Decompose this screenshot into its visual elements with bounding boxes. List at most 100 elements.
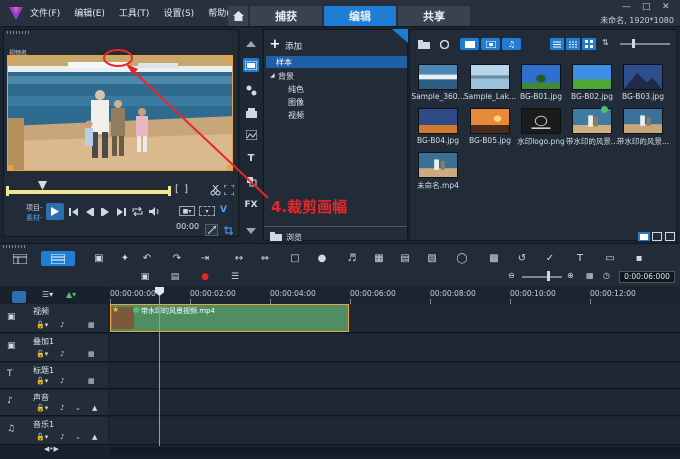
zoom-fit-icon[interactable] xyxy=(205,224,218,236)
painting-icon[interactable]: ✓ xyxy=(543,252,557,264)
fullscreen-icon[interactable] xyxy=(223,184,235,196)
fx-category-icon[interactable]: FX xyxy=(243,199,259,211)
media-thumbnail[interactable]: Sample_Lak... xyxy=(464,64,516,104)
title-category-icon[interactable]: T xyxy=(245,152,257,164)
media-category-icon[interactable] xyxy=(243,58,259,72)
thumbnail-size-knob[interactable] xyxy=(632,39,635,48)
track-volume-icon[interactable]: ♪ xyxy=(60,321,64,329)
track-lane[interactable] xyxy=(109,390,680,416)
3d-title-icon[interactable]: T xyxy=(573,252,587,264)
mark-in-out-buttons[interactable]: [ ] xyxy=(175,184,189,195)
scrubber-track[interactable] xyxy=(8,190,170,194)
filter-category-icon[interactable] xyxy=(245,175,257,187)
track-lane[interactable] xyxy=(109,417,680,445)
menu-settings[interactable]: 设置(S) xyxy=(163,6,194,19)
media-thumbnail[interactable]: Sample_360... xyxy=(411,64,465,104)
track-lock-icon[interactable]: 🔓▾ xyxy=(36,404,48,412)
preview-crop-handle[interactable] xyxy=(7,55,13,61)
audio-record-icon[interactable]: ▣ xyxy=(138,271,152,283)
add-folder-icon[interactable]: + xyxy=(270,37,281,52)
aspect-ratio-dropdown[interactable]: ■▾ xyxy=(179,206,195,216)
player-timecode[interactable]: 00:00 xyxy=(176,222,199,231)
media-thumbnail[interactable]: BG-B02.jpg xyxy=(568,64,616,104)
prev-frame-icon[interactable] xyxy=(84,206,95,217)
goto-start-icon[interactable] xyxy=(68,206,79,217)
track-toggle-icon[interactable]: ▦ xyxy=(88,350,95,358)
audio-icon[interactable]: ♬ xyxy=(345,252,359,264)
speed-icon[interactable]: ↺ xyxy=(515,252,529,264)
zoom-slider[interactable] xyxy=(522,276,562,278)
motion-icon[interactable]: ⇔ xyxy=(258,252,272,264)
track-header[interactable]: ♫ 音乐1 🔓▾ ♪ ⌄ ▲ xyxy=(0,417,108,445)
browse-label[interactable]: 浏览 xyxy=(286,232,302,243)
media-thumbnail[interactable]: BG-B01.jpg xyxy=(517,64,565,104)
track-lock-icon[interactable]: 🔓▾ xyxy=(36,321,48,329)
scroll-up-icon[interactable] xyxy=(245,40,257,48)
tree-expand-icon[interactable]: ◢ xyxy=(270,72,275,79)
library-view-icon[interactable] xyxy=(652,232,662,241)
timeline-scrollbar[interactable] xyxy=(109,447,680,455)
close-button[interactable]: ✕ xyxy=(662,2,674,12)
trim-in-marker[interactable] xyxy=(6,186,9,196)
split-clip-icon[interactable] xyxy=(209,184,221,196)
storyboard-view-button[interactable] xyxy=(9,251,31,266)
timeline-view-button[interactable] xyxy=(41,251,75,266)
clock-icon[interactable]: ◷ xyxy=(603,271,610,280)
vr-button[interactable]: V xyxy=(220,205,227,215)
track-header[interactable]: ▣ 叠加1 🔓▾ ♪ ▦ xyxy=(0,334,108,362)
trim-out-marker[interactable] xyxy=(168,186,171,196)
tree-item-image[interactable]: 图像 xyxy=(288,97,304,108)
preview-crop-handle[interactable] xyxy=(7,165,13,171)
preview-crop-handle[interactable] xyxy=(227,55,233,61)
track-lane[interactable] xyxy=(109,363,680,389)
voice-icon[interactable]: ● xyxy=(198,271,212,283)
minimize-button[interactable]: — xyxy=(622,2,634,12)
undo-icon[interactable]: ↶ xyxy=(140,252,154,264)
trim-icon[interactable]: ⇥ xyxy=(198,252,212,264)
record-icon[interactable]: ● xyxy=(315,252,329,264)
track-lane[interactable] xyxy=(109,334,680,362)
view-details-button[interactable] xyxy=(566,38,580,50)
media-thumbnail[interactable]: 带水印的风景... xyxy=(566,108,618,148)
add-folder-label[interactable]: 添加 xyxy=(285,40,302,52)
goto-end-icon[interactable] xyxy=(116,206,127,217)
maximize-button[interactable]: □ xyxy=(642,2,654,12)
media-thumbnail[interactable]: BG-B05.jpg xyxy=(466,108,514,148)
track-ripple-icon[interactable]: ▲ xyxy=(92,433,97,441)
tab-edit[interactable]: 编辑 xyxy=(324,6,396,26)
zoom-slider-knob[interactable] xyxy=(547,271,550,281)
resolution-dropdown[interactable]: ▾ xyxy=(199,206,215,216)
mode-project[interactable]: 项目- xyxy=(26,203,43,213)
track-options-icon[interactable]: ☰▾ xyxy=(42,290,53,299)
media-thumbnail[interactable]: BG-B04.jpg xyxy=(414,108,462,148)
library-expand-icon[interactable] xyxy=(665,232,675,241)
tree-item-video[interactable]: 视频 xyxy=(288,110,304,121)
track-volume-icon[interactable]: ♪ xyxy=(60,404,64,412)
tools-icon[interactable]: ✦ xyxy=(118,252,132,264)
timeline-nav-icon[interactable]: ◀•▶ xyxy=(44,445,59,453)
tree-item-background[interactable]: 背景 xyxy=(278,71,294,82)
video-preview[interactable] xyxy=(7,55,233,171)
track-lock-icon[interactable]: 🔓▾ xyxy=(36,350,48,358)
sort-icon[interactable]: ⇅ xyxy=(602,38,609,47)
track-header[interactable]: ▣ 视频 🔓▾ ♪ ▦ xyxy=(0,304,108,333)
timeline-timecode[interactable]: 0:00:06:000 xyxy=(619,271,675,283)
media-thumbnail[interactable]: 水印logo.png xyxy=(517,108,565,148)
track-manager-button[interactable] xyxy=(12,291,26,303)
play-button[interactable] xyxy=(46,203,64,220)
tab-share[interactable]: 共享 xyxy=(398,6,470,26)
track-header[interactable]: T 标题1 🔓▾ ♪ ▦ xyxy=(0,363,108,389)
track-ripple-icon[interactable]: ▲ xyxy=(92,404,97,412)
track-volume-icon[interactable]: ♪ xyxy=(60,377,64,385)
record-capture-icon[interactable] xyxy=(439,39,449,49)
zoom-out-icon[interactable]: ⊖ xyxy=(508,271,515,280)
filter-audio-button[interactable]: ♫ xyxy=(502,38,521,50)
mask-icon[interactable]: ◯ xyxy=(455,252,469,264)
track-lock-icon[interactable]: 🔓▾ xyxy=(36,377,48,385)
view-thumbnail-button[interactable] xyxy=(582,38,596,50)
add-track-icon[interactable]: ▲▾ xyxy=(66,290,76,299)
track-lock-icon[interactable]: 🔓▾ xyxy=(36,433,48,441)
timeline-playhead[interactable] xyxy=(159,296,160,446)
view-list-button[interactable] xyxy=(550,38,564,50)
import-folder-icon[interactable] xyxy=(418,39,430,49)
